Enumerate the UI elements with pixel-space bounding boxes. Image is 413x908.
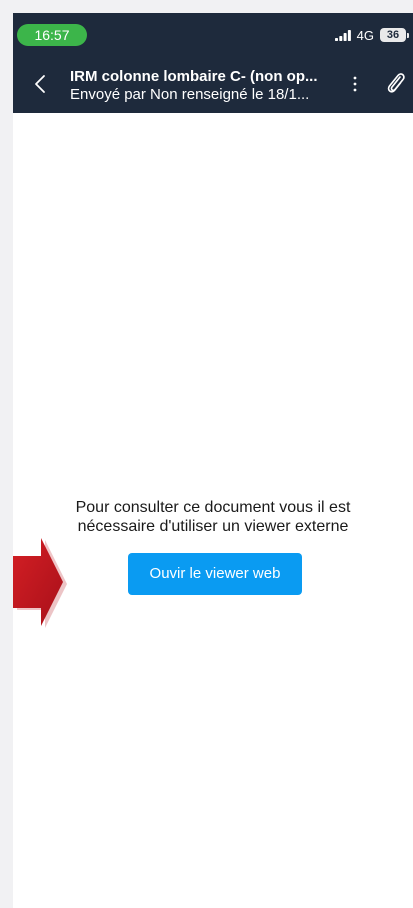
status-indicators: 4G 36	[334, 25, 409, 45]
nav-bar: IRM colonne lombaire C- (non op... Envoy…	[13, 53, 413, 113]
battery-indicator: 36	[380, 28, 409, 42]
message-line-2: nécessaire d'utiliser un viewer externe	[77, 518, 349, 535]
chevron-left-icon	[35, 75, 45, 93]
external-viewer-message: Pour consulter ce document vous il est n…	[23, 498, 403, 536]
status-time: 16:57	[17, 24, 87, 46]
more-options-button[interactable]	[347, 71, 363, 97]
status-bar: 16:57 4G 36	[13, 13, 413, 53]
app-screen: 16:57 4G 36 IRM colonne lombaire C- (non…	[13, 13, 413, 908]
document-subtitle: Envoyé par Non renseigné le 18/1...	[70, 86, 310, 103]
open-web-viewer-button[interactable]: Ouvir le viewer web	[128, 553, 302, 595]
red-arrow-icon	[13, 538, 67, 628]
attachments-button[interactable]	[383, 69, 409, 99]
battery-tip	[407, 32, 409, 38]
network-type: 4G	[356, 27, 374, 43]
document-content: Pour consulter ce document vous il est n…	[13, 113, 413, 908]
back-button[interactable]	[27, 67, 53, 101]
top-bar: 16:57 4G 36 IRM colonne lombaire C- (non…	[13, 13, 413, 113]
signal-bars-icon	[334, 29, 351, 41]
battery-level: 36	[380, 28, 406, 42]
paperclip-icon	[387, 73, 405, 93]
document-title: IRM colonne lombaire C- (non op...	[70, 68, 318, 85]
message-line-1: Pour consulter ce document vous il est	[75, 499, 351, 516]
vertical-ellipsis-icon	[353, 76, 357, 92]
document-header: IRM colonne lombaire C- (non op... Envoy…	[70, 68, 340, 104]
